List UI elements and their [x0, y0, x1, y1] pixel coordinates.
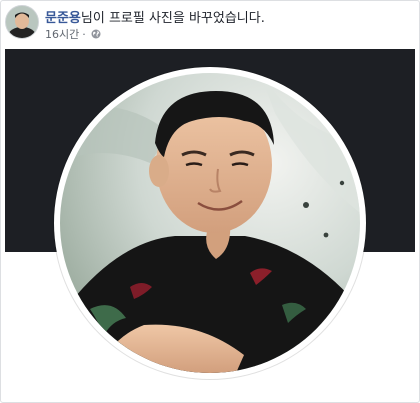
- profile-photo[interactable]: [60, 73, 360, 373]
- post-action-text: 님이 프로필 사진을 바꾸었습니다.: [80, 11, 265, 26]
- post-headline: 문준용님이 프로필 사진을 바꾸었습니다.: [45, 7, 265, 26]
- profile-photo-media[interactable]: [5, 49, 415, 397]
- avatar-image: [6, 6, 38, 38]
- globe-icon[interactable]: [91, 29, 101, 39]
- meta-separator: ·: [82, 27, 86, 41]
- post-meta: 16시간 ·: [45, 26, 101, 42]
- post-header: 문준용님이 프로필 사진을 바꾸었습니다. 16시간 ·: [5, 5, 415, 43]
- profile-picture-post: 문준용님이 프로필 사진을 바꾸었습니다. 16시간 ·: [0, 0, 420, 403]
- profile-photo-image: [60, 73, 360, 373]
- post-timestamp[interactable]: 16시간: [45, 26, 79, 42]
- author-name-link[interactable]: 문준용: [45, 11, 81, 26]
- author-avatar[interactable]: [5, 5, 39, 39]
- profile-photo-frame: [54, 67, 366, 379]
